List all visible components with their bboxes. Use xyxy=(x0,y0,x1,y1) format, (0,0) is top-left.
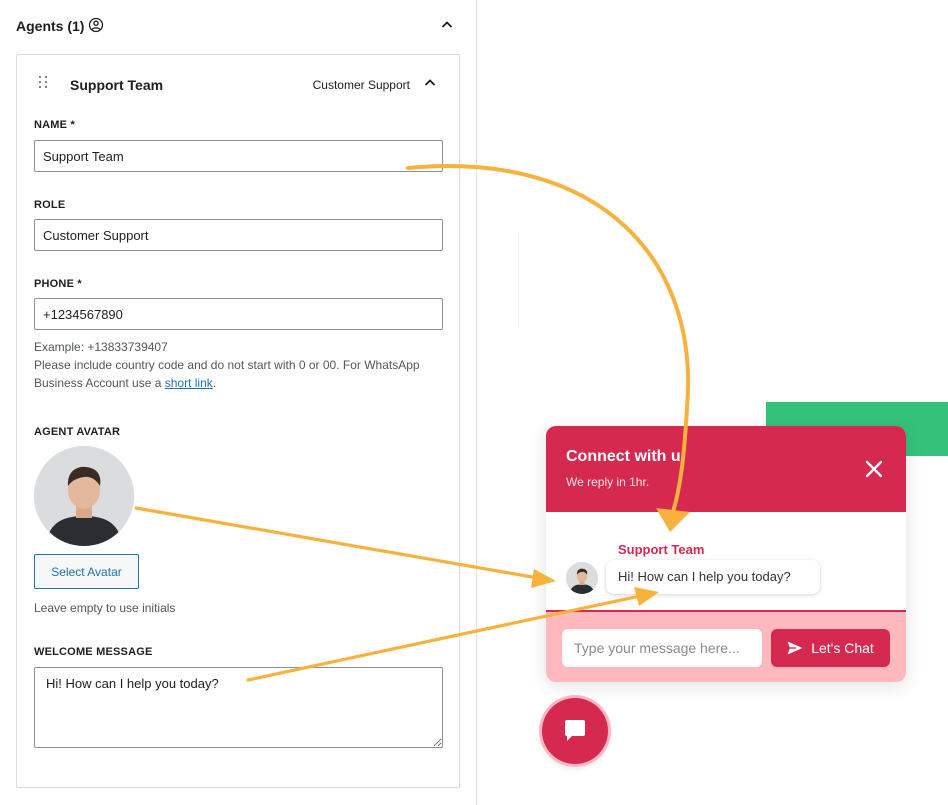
phone-help-suffix: . xyxy=(212,376,217,390)
select-avatar-button[interactable]: Select Avatar xyxy=(34,554,139,589)
agent-avatar xyxy=(34,446,134,546)
widget-footer: Let's Chat xyxy=(546,610,906,682)
lets-chat-label: Let's Chat xyxy=(811,640,874,656)
name-label: NAME * xyxy=(34,119,75,131)
role-label: ROLE xyxy=(34,199,66,211)
chevron-up-icon[interactable] xyxy=(422,75,438,91)
chat-bubble-icon xyxy=(565,720,585,741)
settings-panel: Agents (1) Support Team Customer Support… xyxy=(0,0,477,805)
agent-card: Support Team Customer Support NAME * ROL… xyxy=(16,54,460,788)
phone-label: PHONE * xyxy=(34,278,82,290)
phone-help: Please include country code and do not s… xyxy=(34,356,444,392)
phone-help-text: Please include country code and do not s… xyxy=(34,358,420,390)
agent-card-title: Support Team xyxy=(70,77,164,93)
close-icon[interactable] xyxy=(864,459,884,479)
phone-example: Example: +13833739407 xyxy=(34,340,168,354)
chevron-up-icon[interactable] xyxy=(438,16,456,34)
chat-launcher-button[interactable] xyxy=(542,698,608,764)
agent-card-role: Customer Support xyxy=(312,78,410,92)
user-circle-icon xyxy=(88,17,104,33)
phone-field[interactable] xyxy=(34,298,443,330)
widget-header: Connect with u We reply in 1hr. xyxy=(546,426,906,512)
avatar-help: Leave empty to use initials xyxy=(34,601,176,615)
welcome-message-field[interactable]: Hi! How can I help you today? xyxy=(34,667,443,748)
widget-body: Support Team Hi! How can I help you toda… xyxy=(546,512,906,610)
role-field[interactable] xyxy=(34,219,443,251)
avatar-label: AGENT AVATAR xyxy=(34,426,121,438)
chat-widget-preview: Connect with u We reply in 1hr. Support … xyxy=(546,426,906,682)
widget-subtitle: We reply in 1hr. xyxy=(566,475,650,489)
send-icon xyxy=(787,641,803,655)
agents-title: Agents (1) xyxy=(16,18,85,34)
message-input[interactable] xyxy=(562,629,762,667)
short-link[interactable]: short link xyxy=(165,376,213,390)
lets-chat-button[interactable]: Let's Chat xyxy=(771,629,890,667)
name-field[interactable] xyxy=(34,140,443,172)
agents-section-header[interactable]: Agents (1) xyxy=(0,0,476,52)
widget-agent-avatar xyxy=(566,562,598,594)
divider xyxy=(518,232,519,328)
welcome-message-label: WELCOME MESSAGE xyxy=(34,646,153,658)
drag-handle-icon[interactable] xyxy=(37,75,49,89)
stage: Agents (1) Support Team Customer Support… xyxy=(0,0,948,805)
welcome-bubble: Hi! How can I help you today? xyxy=(606,560,820,594)
widget-title: Connect with u xyxy=(566,448,681,465)
widget-agent-name: Support Team xyxy=(618,542,705,557)
